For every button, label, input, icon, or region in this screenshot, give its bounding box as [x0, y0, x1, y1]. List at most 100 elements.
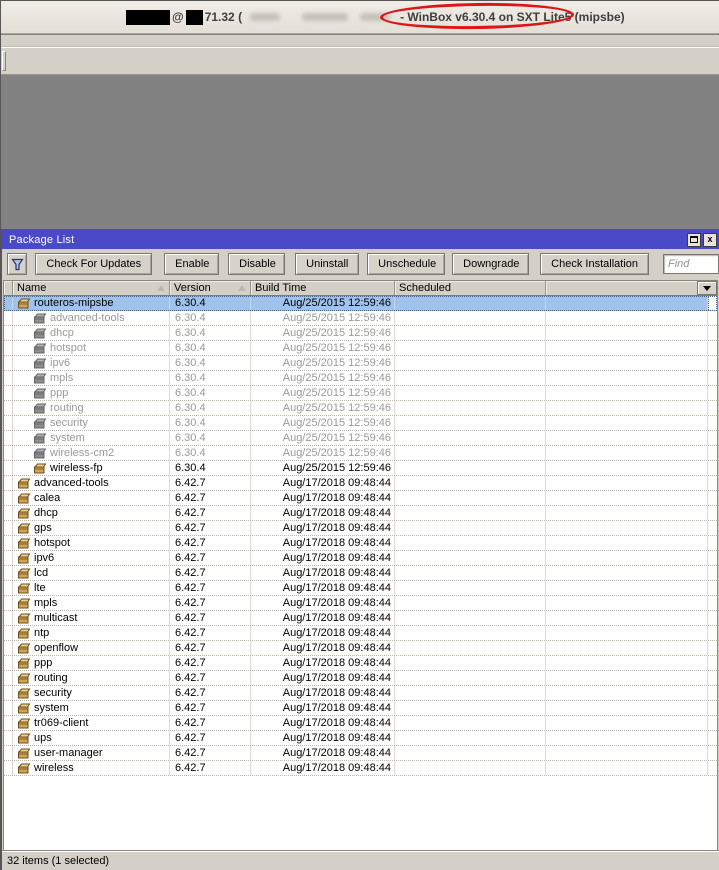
- table-row[interactable]: ipv6 6.42.7 Aug/17/2018 09:48:44: [4, 551, 717, 566]
- maximize-button[interactable]: [687, 232, 701, 247]
- package-name: security: [34, 687, 72, 699]
- unschedule-button[interactable]: Unschedule: [367, 253, 446, 275]
- table-row[interactable]: advanced-tools 6.42.7 Aug/17/2018 09:48:…: [4, 476, 717, 491]
- disable-button[interactable]: Disable: [228, 253, 286, 275]
- table-row[interactable]: openflow 6.42.7 Aug/17/2018 09:48:44: [4, 641, 717, 656]
- table-row[interactable]: lcd 6.42.7 Aug/17/2018 09:48:44: [4, 566, 717, 581]
- downgrade-button[interactable]: Downgrade: [452, 253, 530, 275]
- package-name: routeros-mipsbe: [34, 297, 114, 309]
- package-version: 6.42.7: [175, 612, 206, 624]
- header-name[interactable]: Name: [13, 281, 170, 295]
- table-row[interactable]: user-manager 6.42.7 Aug/17/2018 09:48:44: [4, 746, 717, 761]
- window-titlebar[interactable]: Package List x: [2, 230, 719, 249]
- package-name: user-manager: [34, 747, 103, 759]
- table-body: routeros-mipsbe 6.30.4 Aug/25/2015 12:59…: [4, 296, 717, 851]
- package-build-time: Aug/17/2018 09:48:44: [282, 537, 391, 549]
- app-title-ip: 71.32 (: [204, 10, 243, 24]
- app-title-winbox-version: - WinBox v6.30.4 on SXT Lite5 (mipsbe): [400, 10, 625, 24]
- package-build-time: Aug/17/2018 09:48:44: [282, 747, 391, 759]
- uninstall-button[interactable]: Uninstall: [295, 253, 360, 275]
- package-icon: [17, 658, 31, 668]
- package-name: multicast: [34, 612, 78, 624]
- package-build-time: Aug/17/2018 09:48:44: [282, 642, 391, 654]
- package-name: advanced-tools: [34, 477, 109, 489]
- header-status-column[interactable]: [4, 281, 13, 295]
- check-installation-button[interactable]: Check Installation: [540, 253, 649, 275]
- package-icon: [17, 628, 31, 638]
- package-icon: [33, 328, 47, 338]
- check-for-updates-button[interactable]: Check For Updates: [35, 253, 153, 275]
- package-name: dhcp: [50, 327, 74, 339]
- package-icon: [17, 568, 31, 578]
- table-row[interactable]: ups 6.42.7 Aug/17/2018 09:48:44: [4, 731, 717, 746]
- package-icon: [17, 643, 31, 653]
- package-name: system: [50, 432, 85, 444]
- table-row[interactable]: hotspot 6.42.7 Aug/17/2018 09:48:44: [4, 536, 717, 551]
- package-version: 6.42.7: [175, 642, 206, 654]
- package-version: 6.42.7: [175, 567, 206, 579]
- filter-button[interactable]: [7, 253, 28, 275]
- package-version: 6.42.7: [175, 552, 206, 564]
- package-name: hotspot: [50, 342, 87, 354]
- column-options-dropdown[interactable]: [697, 281, 717, 295]
- header-scheduled[interactable]: Scheduled: [395, 281, 546, 295]
- header-build-time[interactable]: Build Time: [251, 281, 395, 295]
- package-name: lcd: [34, 567, 49, 579]
- table-row[interactable]: routing 6.42.7 Aug/17/2018 09:48:44: [4, 671, 717, 686]
- package-build-time: Aug/17/2018 09:48:44: [282, 702, 391, 714]
- table-row[interactable]: dhcp 6.30.4 Aug/25/2015 12:59:46: [4, 326, 717, 341]
- blurred-redaction: [242, 9, 400, 25]
- package-toolbar: Check For Updates Enable Disable Uninsta…: [2, 249, 719, 279]
- header-version[interactable]: Version: [170, 281, 251, 295]
- table-row[interactable]: wireless-cm2 6.30.4 Aug/25/2015 12:59:46: [4, 446, 717, 461]
- package-version: 6.42.7: [175, 507, 206, 519]
- table-row[interactable]: wireless 6.42.7 Aug/17/2018 09:48:44: [4, 761, 717, 776]
- package-icon: [17, 553, 31, 563]
- package-version: 6.42.7: [175, 672, 206, 684]
- app-toolbar: [1, 47, 719, 75]
- package-icon: [17, 613, 31, 623]
- table-row[interactable]: security 6.30.4 Aug/25/2015 12:59:46: [4, 416, 717, 431]
- table-row[interactable]: hotspot 6.30.4 Aug/25/2015 12:59:46: [4, 341, 717, 356]
- table-row[interactable]: ppp 6.30.4 Aug/25/2015 12:59:46: [4, 386, 717, 401]
- table-row[interactable]: mpls 6.42.7 Aug/17/2018 09:48:44: [4, 596, 717, 611]
- table-row[interactable]: calea 6.42.7 Aug/17/2018 09:48:44: [4, 491, 717, 506]
- table-row[interactable]: ntp 6.42.7 Aug/17/2018 09:48:44: [4, 626, 717, 641]
- find-input[interactable]: [663, 254, 719, 274]
- package-build-time: Aug/25/2015 12:59:46: [282, 432, 391, 444]
- package-version: 6.42.7: [175, 522, 206, 534]
- package-name: routing: [50, 402, 84, 414]
- table-row[interactable]: ppp 6.42.7 Aug/17/2018 09:48:44: [4, 656, 717, 671]
- package-name: ipv6: [34, 552, 55, 564]
- table-row[interactable]: routeros-mipsbe 6.30.4 Aug/25/2015 12:59…: [4, 296, 717, 311]
- table-row[interactable]: mpls 6.30.4 Aug/25/2015 12:59:46: [4, 371, 717, 386]
- package-build-time: Aug/25/2015 12:59:46: [282, 342, 391, 354]
- package-name: hotspot: [34, 537, 71, 549]
- package-version: 6.30.4: [175, 342, 206, 354]
- enable-button[interactable]: Enable: [164, 253, 220, 275]
- package-icon: [17, 718, 31, 728]
- package-version: 6.42.7: [175, 582, 206, 594]
- package-build-time: Aug/25/2015 12:59:46: [282, 402, 391, 414]
- app-title-at: @: [172, 10, 184, 24]
- table-row[interactable]: gps 6.42.7 Aug/17/2018 09:48:44: [4, 521, 717, 536]
- table-row[interactable]: wireless-fp 6.30.4 Aug/25/2015 12:59:46: [4, 461, 717, 476]
- package-name: ipv6: [50, 357, 71, 369]
- table-row[interactable]: multicast 6.42.7 Aug/17/2018 09:48:44: [4, 611, 717, 626]
- toolbar-grip[interactable]: [2, 51, 6, 71]
- table-row[interactable]: security 6.42.7 Aug/17/2018 09:48:44: [4, 686, 717, 701]
- table-row[interactable]: routing 6.30.4 Aug/25/2015 12:59:46: [4, 401, 717, 416]
- package-version: 6.42.7: [175, 717, 206, 729]
- table-row[interactable]: advanced-tools 6.30.4 Aug/25/2015 12:59:…: [4, 311, 717, 326]
- table-row[interactable]: lte 6.42.7 Aug/17/2018 09:48:44: [4, 581, 717, 596]
- table-row[interactable]: ipv6 6.30.4 Aug/25/2015 12:59:46: [4, 356, 717, 371]
- package-build-time: Aug/17/2018 09:48:44: [282, 732, 391, 744]
- package-icon: [33, 403, 47, 413]
- table-row[interactable]: tr069-client 6.42.7 Aug/17/2018 09:48:44: [4, 716, 717, 731]
- table-row[interactable]: system 6.42.7 Aug/17/2018 09:48:44: [4, 701, 717, 716]
- package-icon: [17, 298, 31, 308]
- table-row[interactable]: system 6.30.4 Aug/25/2015 12:59:46: [4, 431, 717, 446]
- table-row[interactable]: dhcp 6.42.7 Aug/17/2018 09:48:44: [4, 506, 717, 521]
- close-button[interactable]: x: [703, 232, 717, 247]
- package-build-time: Aug/17/2018 09:48:44: [282, 687, 391, 699]
